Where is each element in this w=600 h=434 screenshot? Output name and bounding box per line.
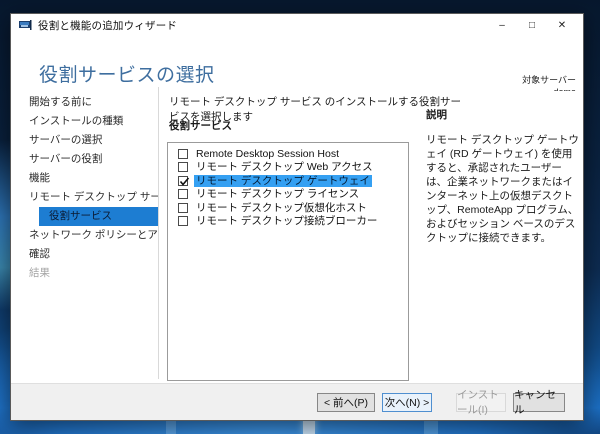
sidebar-divider: [158, 87, 159, 379]
role-service-label-selected[interactable]: リモート デスクトップ ゲートウェイ: [194, 174, 372, 187]
list-item[interactable]: リモート デスクトップ接続ブローカー: [168, 215, 408, 229]
sidebar-item-server-roles[interactable]: サーバーの役割: [11, 150, 158, 169]
checkbox-unchecked[interactable]: [178, 148, 188, 159]
wallpaper-light-beam: [0, 140, 10, 310]
checkbox-unchecked[interactable]: [178, 216, 188, 227]
sidebar-item-confirmation[interactable]: 確認: [11, 245, 158, 264]
server-manager-icon: [19, 20, 32, 30]
checkbox-unchecked[interactable]: [178, 202, 188, 213]
checkbox-checked-icon[interactable]: [178, 175, 190, 186]
role-service-label[interactable]: リモート デスクトップ ライセンス: [194, 188, 361, 200]
sidebar-item-role-services-selected[interactable]: 役割サービス: [39, 207, 158, 226]
wizard-footer: < 前へ(P) 次へ(N) > インストール(I) キャンセル: [11, 383, 583, 420]
sidebar-item-installation-type[interactable]: インストールの種類: [11, 112, 158, 131]
list-item[interactable]: リモート デスクトップ ライセンス: [168, 188, 408, 202]
list-item[interactable]: リモート デスクトップ ゲートウェイ: [168, 174, 408, 188]
wizard-window: 役割と機能の追加ウィザード – □ ✕ 役割サービスの選択 対象サーバー dom…: [10, 13, 584, 421]
minimize-icon[interactable]: –: [487, 14, 517, 36]
role-service-label[interactable]: リモート デスクトップ接続ブローカー: [194, 215, 379, 227]
wizard-header: 役割サービスの選択 対象サーバー doma: [11, 36, 583, 97]
sidebar-item-server-selection[interactable]: サーバーの選択: [11, 131, 158, 150]
wizard-steps-sidebar: 開始する前に インストールの種類 サーバーの選択 サーバーの役割 機能 リモート…: [11, 93, 158, 283]
checkbox-unchecked[interactable]: [178, 189, 188, 200]
role-service-label[interactable]: Remote Desktop Session Host: [194, 148, 341, 160]
description-title: 説明: [426, 109, 447, 121]
previous-button[interactable]: < 前へ(P): [317, 392, 375, 412]
page-title: 役割サービスの選択: [39, 65, 215, 86]
sidebar-item-before-you-begin[interactable]: 開始する前に: [11, 93, 158, 112]
maximize-icon[interactable]: □: [517, 14, 547, 36]
role-service-label[interactable]: リモート デスクトップ Web アクセス: [194, 161, 375, 173]
title-bar[interactable]: 役割と機能の追加ウィザード – □ ✕: [11, 14, 583, 36]
description-text: リモート デスクトップ ゲートウェイ (RD ゲートウェイ) を使用すると、承認…: [426, 134, 579, 244]
target-server-label: 対象サーバー: [522, 75, 576, 85]
description-panel: 説明 リモート デスクトップ ゲートウェイ (RD ゲートウェイ) を使用すると…: [426, 107, 582, 245]
sidebar-item-features[interactable]: 機能: [11, 169, 158, 188]
window-title: 役割と機能の追加ウィザード: [38, 19, 178, 32]
list-item[interactable]: リモート デスクトップ仮想化ホスト: [168, 201, 408, 215]
sidebar-item-network-policy-access[interactable]: ネットワーク ポリシーとアクセ...: [11, 226, 158, 245]
desktop-background: 役割と機能の追加ウィザード – □ ✕ 役割サービスの選択 対象サーバー dom…: [0, 0, 600, 434]
list-item[interactable]: Remote Desktop Session Host: [168, 147, 408, 161]
next-button[interactable]: 次へ(N) >: [382, 392, 432, 412]
list-item[interactable]: リモート デスクトップ Web アクセス: [168, 161, 408, 175]
sidebar-item-results: 結果: [29, 267, 50, 279]
install-button: インストール(I): [456, 389, 506, 416]
role-service-label[interactable]: リモート デスクトップ仮想化ホスト: [194, 202, 369, 214]
checkbox-unchecked[interactable]: [178, 162, 188, 173]
close-icon[interactable]: ✕: [547, 14, 577, 36]
wizard-content: 開始する前に インストールの種類 サーバーの選択 サーバーの役割 機能 リモート…: [11, 87, 583, 385]
sidebar-item-remote-desktop-services[interactable]: リモート デスクトップ サービス: [11, 188, 158, 207]
role-services-label: 役割サービス: [169, 120, 232, 132]
cancel-button[interactable]: キャンセル: [513, 389, 565, 416]
role-services-listbox[interactable]: Remote Desktop Session Host リモート デスクトップ …: [167, 142, 409, 381]
